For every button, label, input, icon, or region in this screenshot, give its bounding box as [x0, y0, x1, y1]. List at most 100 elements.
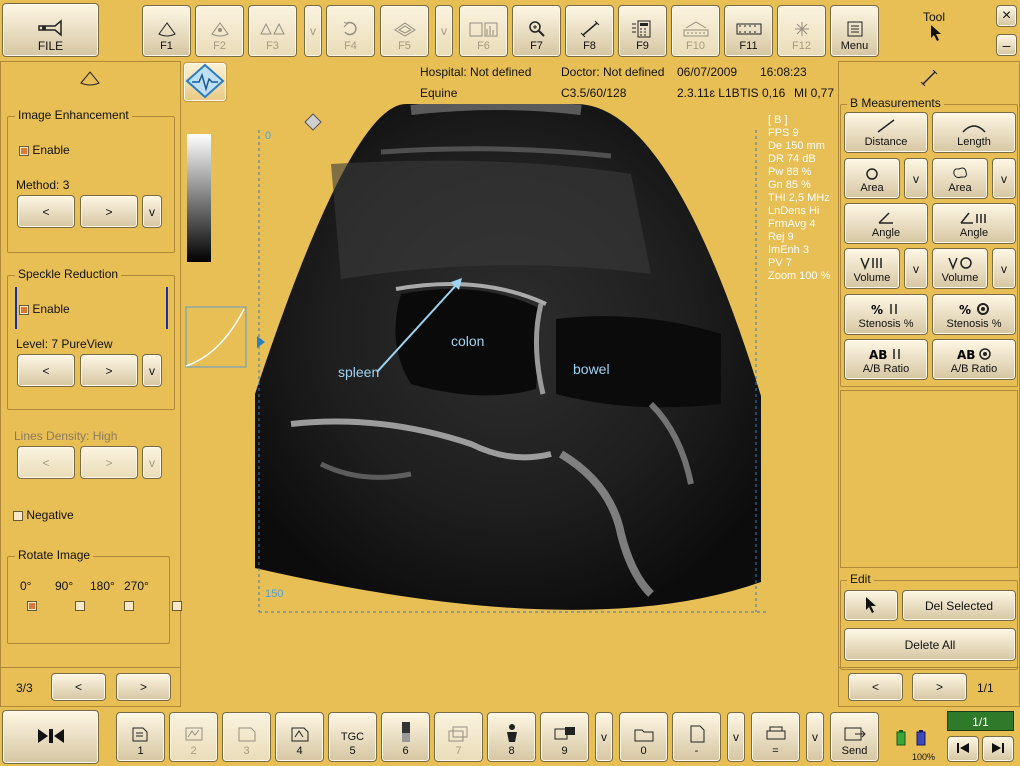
preset-1-button[interactable]: 1 — [116, 712, 165, 762]
param-rej: Rej 9 — [768, 231, 794, 243]
preset-8-button[interactable]: 8 — [487, 712, 536, 762]
delete-selected-button[interactable]: Del Selected — [902, 590, 1016, 621]
f5-dropdown[interactable]: v — [435, 5, 453, 57]
f1-button[interactable]: F1 — [142, 5, 191, 57]
spleen-annotation: spleen — [338, 364, 380, 380]
preset-minus-button[interactable]: - — [672, 712, 721, 762]
speckle-enable-checkbox[interactable]: Enable — [19, 302, 70, 316]
f11-button[interactable]: F11 — [724, 5, 773, 57]
battery-level: 100% — [912, 752, 936, 762]
delete-all-button[interactable]: Delete All — [844, 628, 1016, 661]
ultrasound-viewport[interactable]: 0 150 spleen colon bowel [ B ] FPS 9 De … — [181, 100, 838, 708]
f3-dropdown[interactable]: v — [304, 5, 322, 57]
volume-button[interactable]: Volume — [844, 248, 900, 289]
menu-icon — [847, 21, 862, 37]
person-icon — [506, 724, 517, 742]
image-enhancement-title: Image Enhancement — [15, 108, 132, 122]
report-icon — [683, 21, 708, 37]
rotate-90-label: 90° — [55, 579, 74, 593]
ecg-button[interactable] — [183, 62, 227, 102]
time-label: 16:08:23 — [760, 65, 807, 79]
speckle-next-button[interactable]: > — [80, 354, 138, 387]
sector-probe-icon — [157, 22, 176, 37]
tgc-button[interactable]: TGC 5 — [328, 712, 377, 762]
preset-minus-dropdown[interactable]: v — [727, 712, 745, 762]
file-button[interactable]: FILE — [2, 3, 99, 57]
volume-ellipsoid-button[interactable]: Volume — [932, 248, 988, 289]
select-pointer-button[interactable] — [844, 590, 898, 621]
menu-button[interactable]: Menu — [830, 5, 879, 57]
tool-label: Tool — [923, 10, 946, 24]
length-button[interactable]: Length — [932, 112, 1016, 153]
distance-button[interactable]: Distance — [844, 112, 928, 153]
param-frmavg: FrmAvg 4 — [768, 218, 816, 230]
f7-button[interactable]: F7 — [512, 5, 561, 57]
multi-image-icon — [554, 727, 575, 740]
probe-1-icon — [132, 727, 147, 742]
stenosis-area-button[interactable]: % Stenosis % — [932, 294, 1016, 335]
f9-button[interactable]: F9 — [618, 5, 667, 57]
preset-7-button[interactable]: 7 — [434, 712, 483, 762]
speckle-dropdown[interactable]: v — [142, 354, 162, 387]
param-depth: De 150 mm — [768, 140, 825, 152]
rotate-180-checkbox[interactable] — [123, 600, 134, 611]
preset-4-button[interactable]: 4 — [275, 712, 324, 762]
send-button[interactable]: Send — [830, 712, 879, 762]
right-page-next-button[interactable]: > — [912, 673, 967, 701]
rotate-icon — [343, 21, 357, 36]
left-page-next-button[interactable]: > — [116, 673, 171, 701]
minimize-button[interactable]: – — [996, 34, 1017, 56]
f6-button[interactable]: F6 — [459, 5, 508, 57]
cine-next-button[interactable] — [982, 736, 1014, 762]
area-ellipse-dropdown[interactable]: v — [904, 158, 928, 199]
method-next-button[interactable]: > — [80, 195, 138, 228]
cine-previous-button[interactable] — [947, 736, 979, 762]
speckle-focus-bar-right — [166, 287, 168, 329]
volume-ellipsoid-dropdown[interactable]: v — [992, 248, 1016, 289]
stenosis-diameter-button[interactable]: % Stenosis % — [844, 294, 928, 335]
area-ellipse-button[interactable]: Area — [844, 158, 900, 199]
distance-icon — [877, 119, 895, 133]
close-button[interactable]: × — [996, 5, 1017, 27]
freeze-button[interactable] — [2, 710, 99, 764]
preset-2-button[interactable]: 2 — [169, 712, 218, 762]
area-trace-dropdown[interactable]: v — [992, 158, 1016, 199]
volume-dropdown[interactable]: v — [904, 248, 928, 289]
preset-9-dropdown[interactable]: v — [595, 712, 613, 762]
f8-button[interactable]: F8 — [565, 5, 614, 57]
preset-0-button[interactable]: 0 — [619, 712, 668, 762]
preset-equals-button[interactable]: = — [751, 712, 800, 762]
area-trace-button[interactable]: Area — [932, 158, 988, 199]
ab-ratio-area-button[interactable]: AB A/B Ratio — [932, 339, 1016, 380]
preset-3-button[interactable]: 3 — [222, 712, 271, 762]
method-dropdown[interactable]: v — [142, 195, 162, 228]
angle-multi-button[interactable]: Angle — [932, 203, 1016, 244]
left-page-prev-button[interactable]: < — [51, 673, 106, 701]
preset-9-button[interactable]: 9 — [540, 712, 589, 762]
version-label: 2.3.11ɛ L1B — [677, 86, 740, 100]
left-page-indicator: 3/3 — [16, 681, 33, 695]
image-enhancement-enable-checkbox[interactable]: Enable — [19, 143, 70, 157]
f2-button[interactable]: F2 — [195, 5, 244, 57]
lines-density-prev-button[interactable]: < — [17, 446, 75, 479]
f3-button[interactable]: F3 — [248, 5, 297, 57]
checkbox-icon — [19, 145, 29, 156]
negative-checkbox[interactable]: Negative — [13, 508, 74, 522]
rotate-90-checkbox[interactable] — [75, 600, 86, 611]
preset-equals-dropdown[interactable]: v — [806, 712, 824, 762]
f12-button[interactable]: F12 — [777, 5, 826, 57]
f4-button[interactable]: F4 — [326, 5, 375, 57]
lines-density-next-button[interactable]: > — [80, 446, 138, 479]
right-page-prev-button[interactable]: < — [848, 673, 903, 701]
speckle-prev-button[interactable]: < — [17, 354, 75, 387]
rotate-0-checkbox[interactable] — [27, 600, 37, 611]
method-prev-button[interactable]: < — [17, 195, 75, 228]
f10-button[interactable]: F10 — [671, 5, 720, 57]
probe-label: C3.5/60/128 — [561, 86, 627, 100]
preset-6-button[interactable]: 6 — [381, 712, 430, 762]
angle-button[interactable]: Angle — [844, 203, 928, 244]
ab-ratio-diameter-button[interactable]: AB A/B Ratio — [844, 339, 928, 380]
f5-button[interactable]: F5 — [380, 5, 429, 57]
histogram-icon — [469, 22, 497, 37]
lines-density-dropdown[interactable]: v — [142, 446, 162, 479]
